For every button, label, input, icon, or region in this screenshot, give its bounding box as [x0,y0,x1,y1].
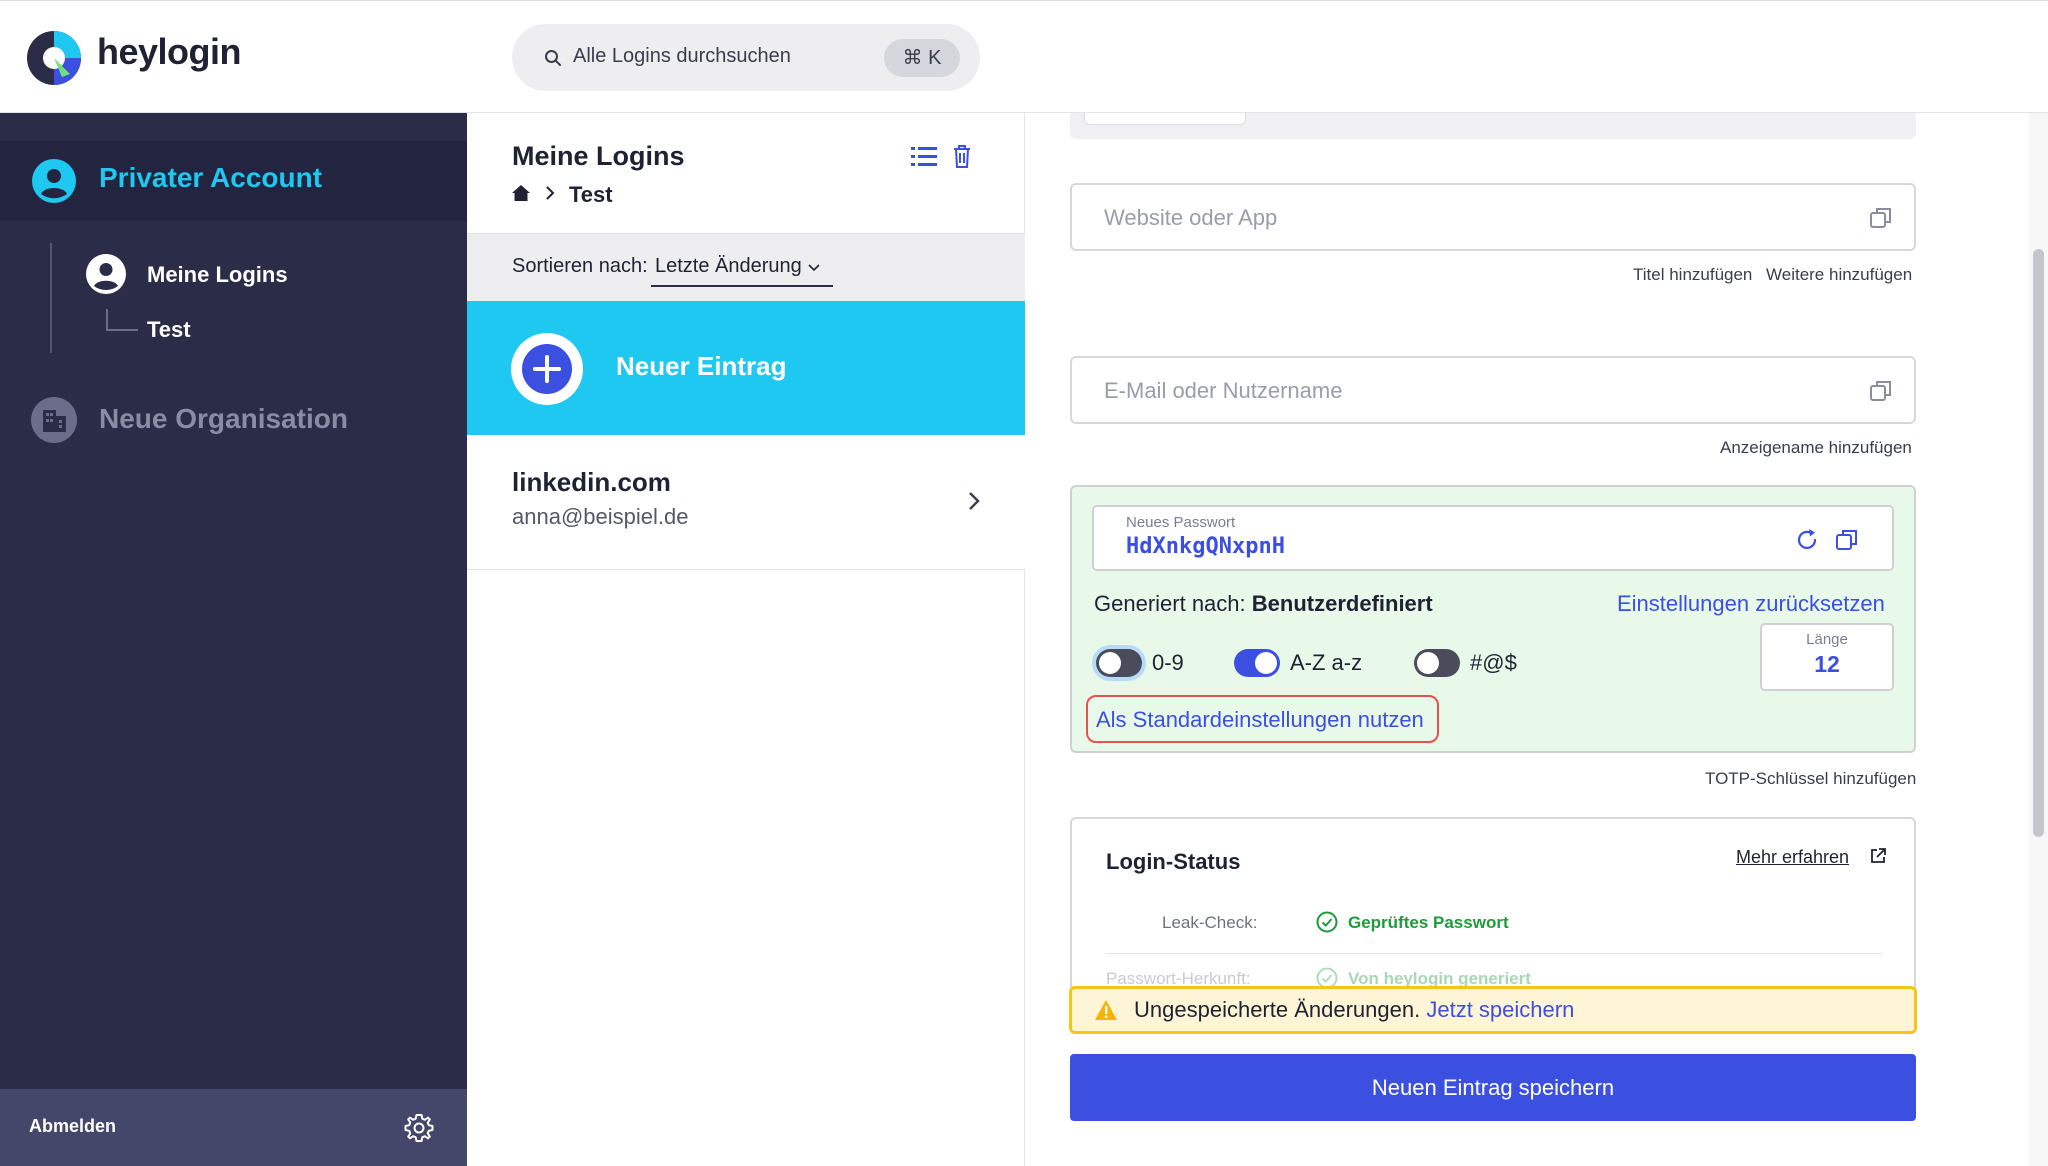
sidebar-footer: Abmelden [0,1089,467,1166]
generated-by-text: Generiert nach: Benutzerdefiniert [1094,591,1433,617]
user-circle-icon [32,159,76,203]
symbols-label: #@$ [1470,650,1517,675]
search-input[interactable]: Alle Logins durchsuchen [573,45,791,68]
unsaved-changes-text: Ungespeicherte Änderungen. Jetzt speiche… [1134,997,1574,1023]
use-as-default-button[interactable]: Als Standardeinstellungen nutzen [1086,695,1439,743]
new-entry-button[interactable]: Neuer Eintrag [467,301,1025,435]
length-input[interactable]: Länge 12 [1760,623,1894,691]
list-item[interactable]: linkedin.com anna@beispiel.de [467,435,1025,570]
sidebar-item-label: Privater Account [99,162,323,193]
password-field[interactable]: Neues Passwort HdXnkgQNxpnH [1092,505,1894,571]
add-more-link[interactable]: Weitere hinzufügen [1766,265,1912,285]
tree-elbow [106,309,138,331]
toggle-knob [1099,652,1121,674]
toggle-knob [1417,652,1439,674]
generated-by-prefix: Generiert nach: [1094,591,1246,616]
home-icon[interactable] [511,183,531,203]
new-entry-label: Neuer Eintrag [616,351,787,381]
generated-by-value: Benutzerdefiniert [1251,591,1433,616]
list-icon[interactable] [911,145,937,169]
heylogin-logo-icon [27,31,81,85]
plus-icon [522,344,572,394]
warning-icon [1095,1000,1117,1020]
leak-check-value: Geprüftes Passwort [1348,913,1509,932]
password-label: Neues Passwort [1126,514,1236,531]
reset-settings-link[interactable]: Einstellungen zurücksetzen [1617,591,1885,617]
sidebar-item-test[interactable]: Test [147,317,191,343]
sort-bar: Sortieren nach: Letzte Änderung [467,233,1025,301]
unsaved-changes-message: Ungespeicherte Änderungen. [1134,997,1421,1022]
digits-label: 0-9 [1152,650,1184,675]
save-entry-label: Neuen Eintrag speichern [1371,1075,1615,1100]
building-icon [31,397,77,443]
letters-label: A-Z a-z [1290,650,1363,675]
brand-name: heylogin [97,31,242,72]
external-link-icon[interactable] [1869,847,1887,865]
entry-form: Website oder App Titel hinzufügen Weiter… [1026,113,2048,1166]
leak-check-label: Leak-Check: [1162,913,1258,932]
search-icon [545,50,561,66]
save-now-link[interactable]: Jetzt speichern [1426,997,1574,1022]
save-entry-button[interactable]: Neuen Eintrag speichern [1070,1054,1916,1121]
new-entry-circle [511,333,583,405]
website-field[interactable]: Website oder App [1070,183,1916,251]
trash-icon[interactable] [951,143,973,169]
password-value[interactable]: HdXnkgQNxpnH [1126,534,1285,559]
chevron-right-icon [969,492,980,510]
refresh-icon[interactable] [1794,527,1820,553]
unsaved-changes-banner: Ungespeicherte Änderungen. Jetzt speiche… [1069,986,1917,1034]
list-item-subtitle: anna@beispiel.de [512,504,689,529]
letters-toggle[interactable] [1234,649,1280,677]
tree-line [50,243,52,353]
length-label: Länge [1806,631,1848,648]
top-header: heylogin Alle Logins durchsuchen ⌘ K [0,0,2048,113]
copy-icon[interactable] [1868,378,1894,404]
sidebar-item-new-organization[interactable]: Neue Organisation [99,403,348,435]
use-as-default-label: Als Standardeinstellungen nutzen [1096,707,1424,732]
collapsed-tab[interactable] [1084,113,1246,125]
list-item-title: linkedin.com [512,467,671,497]
list-panel: Meine Logins Test Sortieren nach: Letzte… [467,113,1025,1166]
sort-dropdown[interactable]: Letzte Änderung [651,247,833,287]
toggle-knob [1255,652,1277,674]
chevron-down-icon [808,264,820,272]
scrollbar-thumb[interactable] [2033,249,2044,837]
search-bar[interactable]: Alle Logins durchsuchen ⌘ K [512,24,980,91]
divider [1106,953,1882,954]
username-input[interactable]: E-Mail oder Nutzername [1104,378,1342,404]
learn-more-link[interactable]: Mehr erfahren [1736,847,1849,868]
symbols-toggle[interactable] [1414,649,1460,677]
chevron-right-icon [546,186,555,200]
sort-value: Letzte Änderung [655,255,802,277]
username-field[interactable]: E-Mail oder Nutzername [1070,356,1916,424]
copy-icon[interactable] [1868,205,1894,231]
add-title-link[interactable]: Titel hinzufügen [1633,265,1752,285]
add-display-name-link[interactable]: Anzeigename hinzufügen [1720,438,1912,458]
search-shortcut-badge: ⌘ K [884,39,960,77]
copy-icon[interactable] [1834,527,1860,553]
logout-button[interactable]: Abmelden [29,1116,116,1137]
login-status-title: Login-Status [1106,849,1241,874]
sort-label: Sortieren nach: [512,255,648,277]
length-value: 12 [1814,651,1840,677]
password-generator: Neues Passwort HdXnkgQNxpnH Generiert na… [1070,485,1916,753]
sidebar-item-meine-logins[interactable]: Meine Logins [147,262,288,288]
add-totp-link[interactable]: TOTP-Schlüssel hinzufügen [1705,769,1916,789]
check-circle-icon [1316,911,1338,933]
sidebar: Privater Account Meine Logins Test Neue … [0,113,467,1166]
collapsed-section [1070,113,1916,139]
breadcrumb-current[interactable]: Test [569,182,613,208]
page-title: Meine Logins [512,141,685,171]
gear-icon[interactable] [403,1112,435,1144]
website-input[interactable]: Website oder App [1104,205,1277,231]
user-circle-icon [86,254,126,294]
sidebar-item-private-account[interactable]: Privater Account [0,141,467,221]
digits-toggle[interactable] [1096,649,1142,677]
